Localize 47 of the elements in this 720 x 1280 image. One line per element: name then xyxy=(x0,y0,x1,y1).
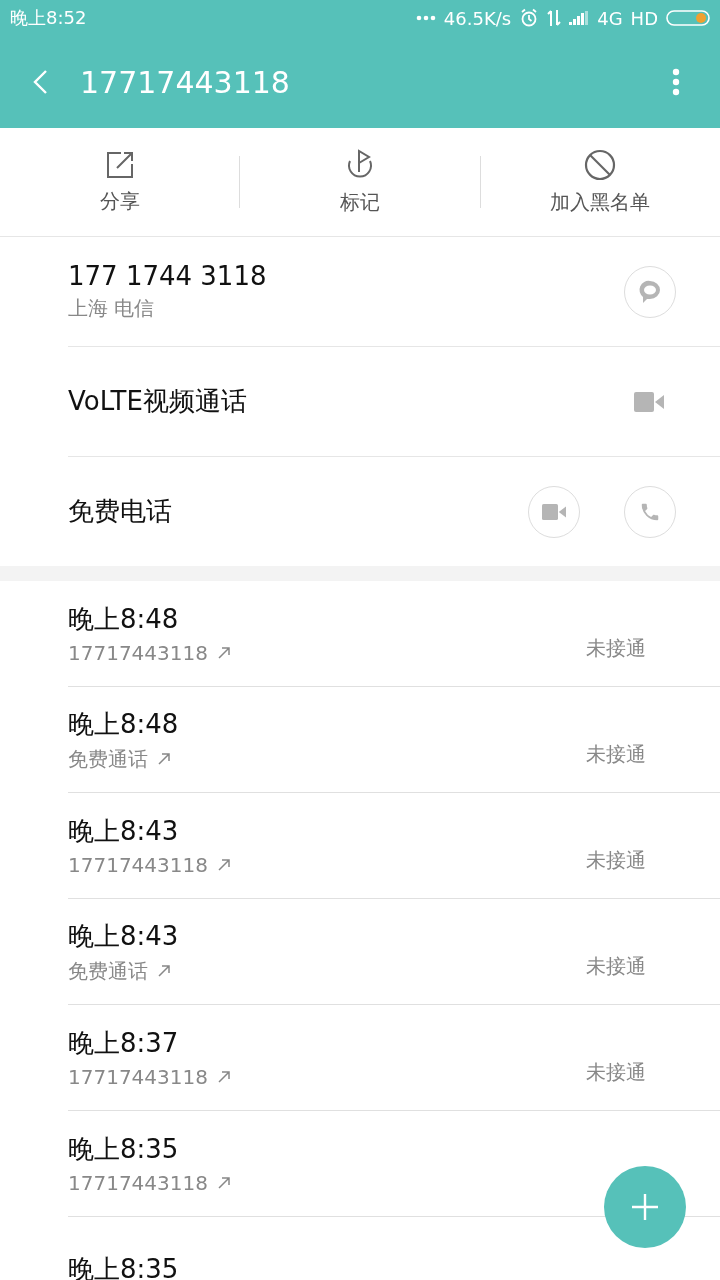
call-status: 未接通 xyxy=(586,953,646,980)
battery-icon xyxy=(666,10,710,26)
share-icon xyxy=(104,149,135,180)
outgoing-arrow-icon xyxy=(218,1071,230,1083)
video-camera-icon xyxy=(542,503,566,520)
call-status: 未接通 xyxy=(586,635,646,662)
call-time: 晚上8:37 xyxy=(68,1027,180,1060)
outgoing-arrow-icon xyxy=(218,1177,230,1189)
data-arrows-icon xyxy=(547,9,562,27)
chat-bubble-icon xyxy=(637,278,663,305)
call-time: 晚上8:48 xyxy=(68,707,179,741)
carrier-location: 上海 电信 xyxy=(68,295,156,322)
outgoing-arrow-icon xyxy=(218,647,230,659)
video-camera-icon[interactable] xyxy=(634,391,664,412)
network-type: 4G xyxy=(597,7,623,29)
video-call-label: VoLTE视频通话 xyxy=(68,385,247,418)
network-speed: 46.5K/s xyxy=(443,7,512,29)
call-detail: 17717443118 xyxy=(68,853,208,877)
outgoing-arrow-icon xyxy=(158,753,170,765)
action-button[interactable]: 标记 xyxy=(240,142,480,222)
action-button[interactable]: 分享 xyxy=(0,143,240,221)
call-time: 晚上8:48 xyxy=(68,603,180,636)
free-call-label: 免费电话 xyxy=(68,495,172,528)
call-detail: 17717443118 xyxy=(68,1065,208,1089)
signal-icon xyxy=(569,11,590,25)
block-icon xyxy=(584,148,617,181)
outgoing-arrow-icon xyxy=(158,965,170,977)
call-time: 晚上8:43 xyxy=(68,919,179,953)
call-time: 晚上8:35 xyxy=(68,1133,180,1166)
action-button[interactable]: 加入黑名单 xyxy=(480,142,720,222)
more-dots-icon xyxy=(415,15,436,21)
call-status: 未接通 xyxy=(586,847,646,874)
call-status: 未接通 xyxy=(586,1059,646,1086)
call-time: 晚上8:43 xyxy=(68,815,180,848)
call-detail: 17717443118 xyxy=(68,1171,208,1195)
back-icon[interactable] xyxy=(32,69,48,95)
outgoing-arrow-icon xyxy=(218,859,230,871)
plus-icon xyxy=(632,1194,658,1220)
status-time: 晚上8:52 xyxy=(10,6,87,30)
call-status: 未接通 xyxy=(586,741,646,768)
overflow-menu-icon[interactable] xyxy=(672,68,680,96)
toolbar-title: 17717443118 xyxy=(80,64,291,100)
call-detail: 免费通话 xyxy=(68,957,148,985)
hd-indicator: HD xyxy=(630,7,658,29)
call-detail: 17717443118 xyxy=(68,641,208,665)
call-detail: 免费通话 xyxy=(68,745,148,773)
phone-number: 177 1744 3118 xyxy=(68,261,267,291)
